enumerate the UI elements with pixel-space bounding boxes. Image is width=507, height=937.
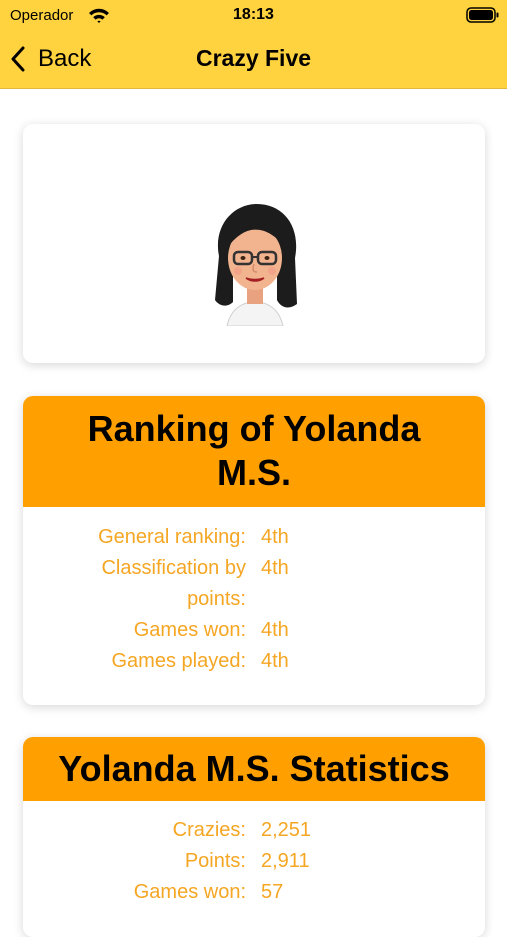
stat-value: 2,251 xyxy=(261,819,312,841)
navigation-bar: Back Crazy Five xyxy=(0,32,507,89)
stat-value: 4th xyxy=(261,650,289,672)
ranking-title-line2: M.S. xyxy=(216,452,291,493)
memoji-avatar-icon xyxy=(215,204,297,326)
ranking-card: Ranking of Yolanda M.S. General ranking:… xyxy=(23,396,485,705)
avatar-card xyxy=(23,124,485,363)
stat-label: Games won: xyxy=(133,619,246,641)
statistics-header: Yolanda M.S. Statistics xyxy=(23,737,485,801)
status-bar: Operador 18:13 xyxy=(0,0,507,32)
battery-icon xyxy=(466,7,499,23)
stat-label: points: xyxy=(187,588,246,610)
stat-value: 2,911 xyxy=(261,850,310,872)
ranking-header: Ranking of Yolanda M.S. xyxy=(23,396,485,507)
status-time: 18:13 xyxy=(233,6,274,23)
stat-value: 4th xyxy=(261,526,289,548)
statistics-card: Yolanda M.S. Statistics Crazies: 2,251 P… xyxy=(23,737,485,937)
content-area[interactable]: Ranking of Yolanda M.S. General ranking:… xyxy=(0,89,507,937)
ranking-title-line1: Ranking of Yolanda xyxy=(87,408,421,449)
stat-value: 4th xyxy=(261,557,289,579)
statistics-title: Yolanda M.S. Statistics xyxy=(58,748,450,789)
stat-label: Games won: xyxy=(133,881,246,903)
stat-value: 57 xyxy=(261,881,284,903)
page-title: Crazy Five xyxy=(195,45,312,71)
stat-label: Crazies: xyxy=(172,819,246,841)
stat-label: Points: xyxy=(184,850,246,872)
stat-label: General ranking: xyxy=(98,526,246,548)
stat-value: 4th xyxy=(261,619,289,641)
stat-label: Games played: xyxy=(111,650,246,672)
stat-label: Classification by xyxy=(101,557,246,579)
